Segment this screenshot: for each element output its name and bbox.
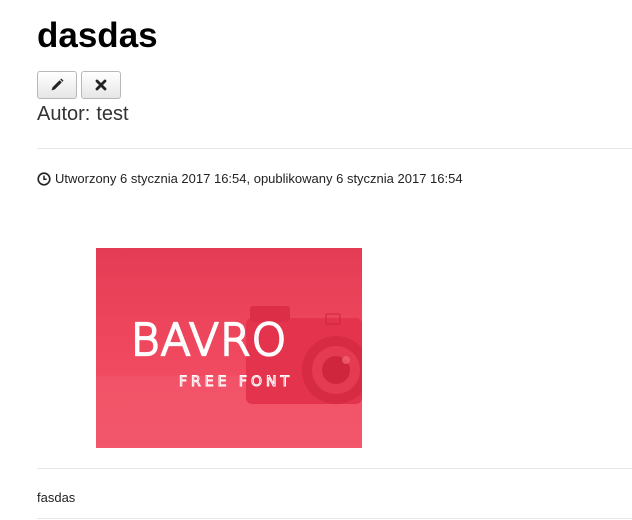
divider [37, 468, 632, 469]
image-logo-subtext: FREE FONT [179, 374, 293, 390]
edit-button[interactable] [37, 71, 77, 99]
author-line: Autor: test [37, 102, 129, 126]
close-icon [95, 79, 107, 91]
article-actions [37, 71, 121, 99]
article-image: BAVRO FREE FONT [96, 248, 362, 448]
author-name: test [96, 103, 129, 125]
article-page: dasdas Autor: test Utworzony 6 stycznia … [0, 0, 632, 520]
image-logo-text: BAVRO [131, 315, 287, 366]
article-body: fasdas [37, 490, 76, 505]
author-label: Autor: [37, 103, 91, 125]
divider [37, 518, 632, 519]
page-title: dasdas [37, 16, 158, 55]
meta-text: Utworzony 6 stycznia 2017 16:54, opublik… [55, 171, 463, 186]
divider [37, 148, 632, 149]
delete-button[interactable] [81, 71, 121, 99]
pencil-icon [50, 78, 64, 92]
article-meta: Utworzony 6 stycznia 2017 16:54, opublik… [37, 171, 463, 187]
clock-icon [37, 172, 51, 186]
